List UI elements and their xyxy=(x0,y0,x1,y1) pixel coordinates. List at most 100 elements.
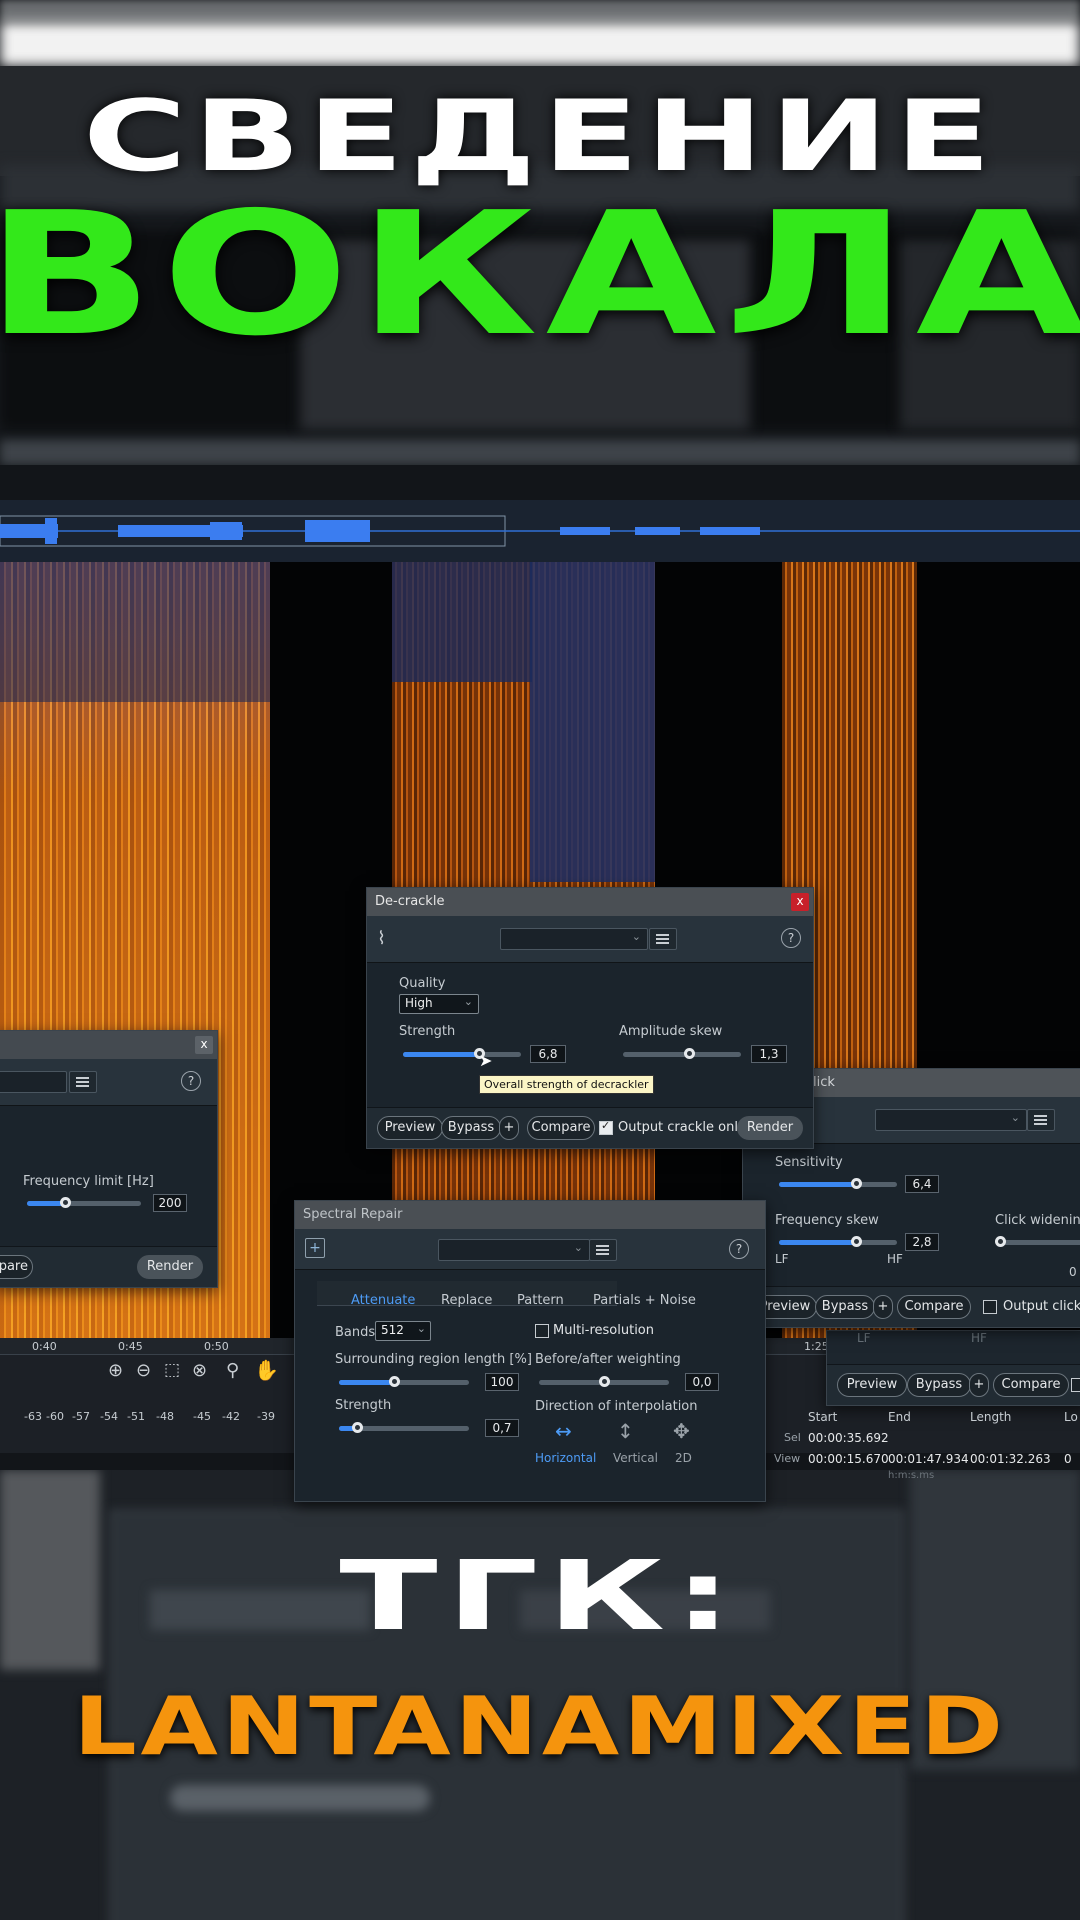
multires-label: Multi-resolution xyxy=(553,1323,655,1338)
menu-button[interactable] xyxy=(649,928,677,950)
col-low: Lo xyxy=(1064,1410,1078,1424)
surround-value[interactable]: 100 xyxy=(485,1373,519,1391)
click-widening-min: 0 xyxy=(1069,1265,1077,1279)
waveform-icon: ⌇ xyxy=(377,928,386,949)
preset-dropdown[interactable]: ⌄ xyxy=(500,928,648,950)
close-button[interactable]: x xyxy=(791,893,809,911)
quality-dropdown[interactable]: High ⌄ xyxy=(399,994,479,1014)
col-length: Length xyxy=(970,1410,1012,1424)
freq-skew-value[interactable]: 2,8 xyxy=(905,1233,939,1251)
view-start[interactable]: 00:00:15.670 xyxy=(808,1452,889,1466)
col-start: Start xyxy=(808,1410,838,1424)
strength-value[interactable]: 6,8 xyxy=(530,1045,566,1063)
help-icon[interactable]: ? xyxy=(729,1239,749,1259)
sensitivity-value[interactable]: 6,4 xyxy=(905,1175,939,1193)
click-widening-slider[interactable] xyxy=(995,1236,1080,1247)
output-clicks-checkbox[interactable] xyxy=(983,1300,997,1314)
left-plugin-panel: x ? Frequency limit [Hz] 200 pare Render xyxy=(0,1030,218,1288)
cta-line2: LANTANAMIXED xyxy=(73,1680,1007,1773)
help-icon[interactable]: ? xyxy=(181,1071,201,1091)
strength-value[interactable]: 0,7 xyxy=(485,1419,519,1437)
output-crackle-checkbox[interactable]: ✓ xyxy=(599,1119,613,1135)
checkmark-icon: ✓ xyxy=(601,1119,611,1132)
menu-button[interactable] xyxy=(69,1071,97,1093)
sensitivity-label: Sensitivity xyxy=(775,1155,843,1170)
compare-button[interactable]: Compare xyxy=(897,1295,971,1319)
waveform-overview[interactable] xyxy=(0,500,1080,562)
lf-label: LF xyxy=(775,1252,789,1266)
preview-button[interactable]: Preview xyxy=(377,1116,443,1140)
bypass-button[interactable]: Bypass xyxy=(441,1116,501,1140)
compare-button[interactable]: Compare xyxy=(993,1373,1069,1397)
add-button[interactable]: + xyxy=(873,1295,893,1319)
dir-vertical-label[interactable]: Vertical xyxy=(613,1451,658,1465)
chevron-down-icon: ⌄ xyxy=(631,930,641,943)
strength-slider[interactable] xyxy=(403,1048,521,1059)
view-low[interactable]: 0 xyxy=(1064,1452,1072,1466)
preset-dropdown[interactable]: ⌄ xyxy=(875,1109,1027,1131)
zoom-in-icon[interactable]: ⊕ xyxy=(108,1360,123,1381)
back-plugin-panel: LF HF Preview Bypass + Compare xyxy=(826,1330,1080,1406)
bypass-button[interactable]: Bypass xyxy=(815,1295,875,1319)
cta-line1: ТГК: xyxy=(339,1540,741,1652)
close-button[interactable]: x xyxy=(195,1036,213,1054)
move-2d-icon[interactable]: ✥ xyxy=(673,1419,690,1443)
zoom-fit-icon[interactable]: ⊗ xyxy=(192,1360,207,1381)
multires-checkbox[interactable] xyxy=(535,1324,549,1338)
dir-horizontal-label[interactable]: Horizontal xyxy=(535,1451,596,1465)
menu-button[interactable] xyxy=(1027,1109,1055,1131)
bands-dropdown[interactable]: 512 ⌄ xyxy=(375,1321,431,1341)
tab-replace[interactable]: Replace xyxy=(441,1293,492,1308)
menu-button[interactable] xyxy=(589,1239,617,1261)
preset-dropdown[interactable]: ⌄ xyxy=(438,1239,590,1261)
bypass-button[interactable]: Bypass xyxy=(907,1373,971,1397)
timeline-tick: 0:50 xyxy=(204,1340,229,1353)
lf-label: LF xyxy=(857,1331,871,1345)
freq-limit-slider[interactable] xyxy=(27,1197,141,1208)
headline-line2: ВОКАЛА xyxy=(0,176,1080,374)
panel-titlebar[interactable]: De-crackle x xyxy=(367,888,813,916)
horizontal-arrow-icon[interactable]: ↔ xyxy=(555,1419,572,1443)
tab-attenuate[interactable]: Attenuate xyxy=(351,1293,415,1308)
strength-label: Strength xyxy=(399,1024,456,1039)
spectral-repair-panel: Spectral Repair + ⌄ ? Attenuate Replace … xyxy=(294,1200,766,1502)
hand-tool-icon[interactable]: ✋ xyxy=(254,1358,279,1382)
compare-button[interactable]: Compare xyxy=(527,1116,595,1140)
bands-label: Bands xyxy=(335,1325,376,1340)
tab-partials-noise[interactable]: Partials + Noise xyxy=(593,1293,696,1308)
amp-skew-value[interactable]: 1,3 xyxy=(751,1045,787,1063)
vertical-arrow-icon[interactable]: ↕ xyxy=(617,1419,634,1443)
preset-dropdown[interactable] xyxy=(0,1071,67,1093)
strength-slider[interactable] xyxy=(339,1422,469,1433)
amp-skew-slider[interactable] xyxy=(623,1048,741,1059)
sel-start[interactable]: 00:00:35.692 xyxy=(808,1431,889,1445)
zoom-selection-icon[interactable]: ⬚ xyxy=(164,1360,180,1380)
timeline-tick: 0:40 xyxy=(32,1340,57,1353)
weighting-slider[interactable] xyxy=(539,1376,669,1387)
module-icon: + xyxy=(305,1238,325,1258)
preview-button[interactable]: Preview xyxy=(837,1373,907,1397)
hf-label: HF xyxy=(971,1331,987,1345)
freq-limit-value[interactable]: 200 xyxy=(153,1194,187,1212)
zoom-out-icon[interactable]: ⊖ xyxy=(136,1360,151,1381)
surround-slider[interactable] xyxy=(339,1376,469,1387)
strength-label: Strength xyxy=(335,1398,392,1413)
panel-title: De-crackle xyxy=(375,894,445,909)
sel-label: Sel xyxy=(784,1431,801,1444)
help-icon[interactable]: ? xyxy=(781,928,801,948)
sensitivity-slider[interactable] xyxy=(779,1178,897,1189)
selection-info: Start End Length Lo Sel 00:00:35.692 Vie… xyxy=(762,1402,1080,1482)
add-button[interactable]: + xyxy=(499,1116,519,1140)
weighting-value[interactable]: 0,0 xyxy=(685,1373,719,1391)
magnify-icon[interactable]: ⚲ xyxy=(226,1360,239,1381)
tab-pattern[interactable]: Pattern xyxy=(517,1293,564,1308)
compare-button[interactable]: pare xyxy=(0,1255,33,1279)
view-end[interactable]: 00:01:47.934 xyxy=(888,1452,969,1466)
dir-2d-label[interactable]: 2D xyxy=(675,1451,692,1465)
view-length[interactable]: 00:01:32.263 xyxy=(970,1452,1051,1466)
render-button[interactable]: Render xyxy=(137,1255,203,1279)
render-button[interactable]: Render xyxy=(737,1116,803,1140)
freq-skew-slider[interactable] xyxy=(779,1236,897,1247)
output-checkbox[interactable] xyxy=(1071,1378,1080,1392)
add-button[interactable]: + xyxy=(969,1373,989,1397)
